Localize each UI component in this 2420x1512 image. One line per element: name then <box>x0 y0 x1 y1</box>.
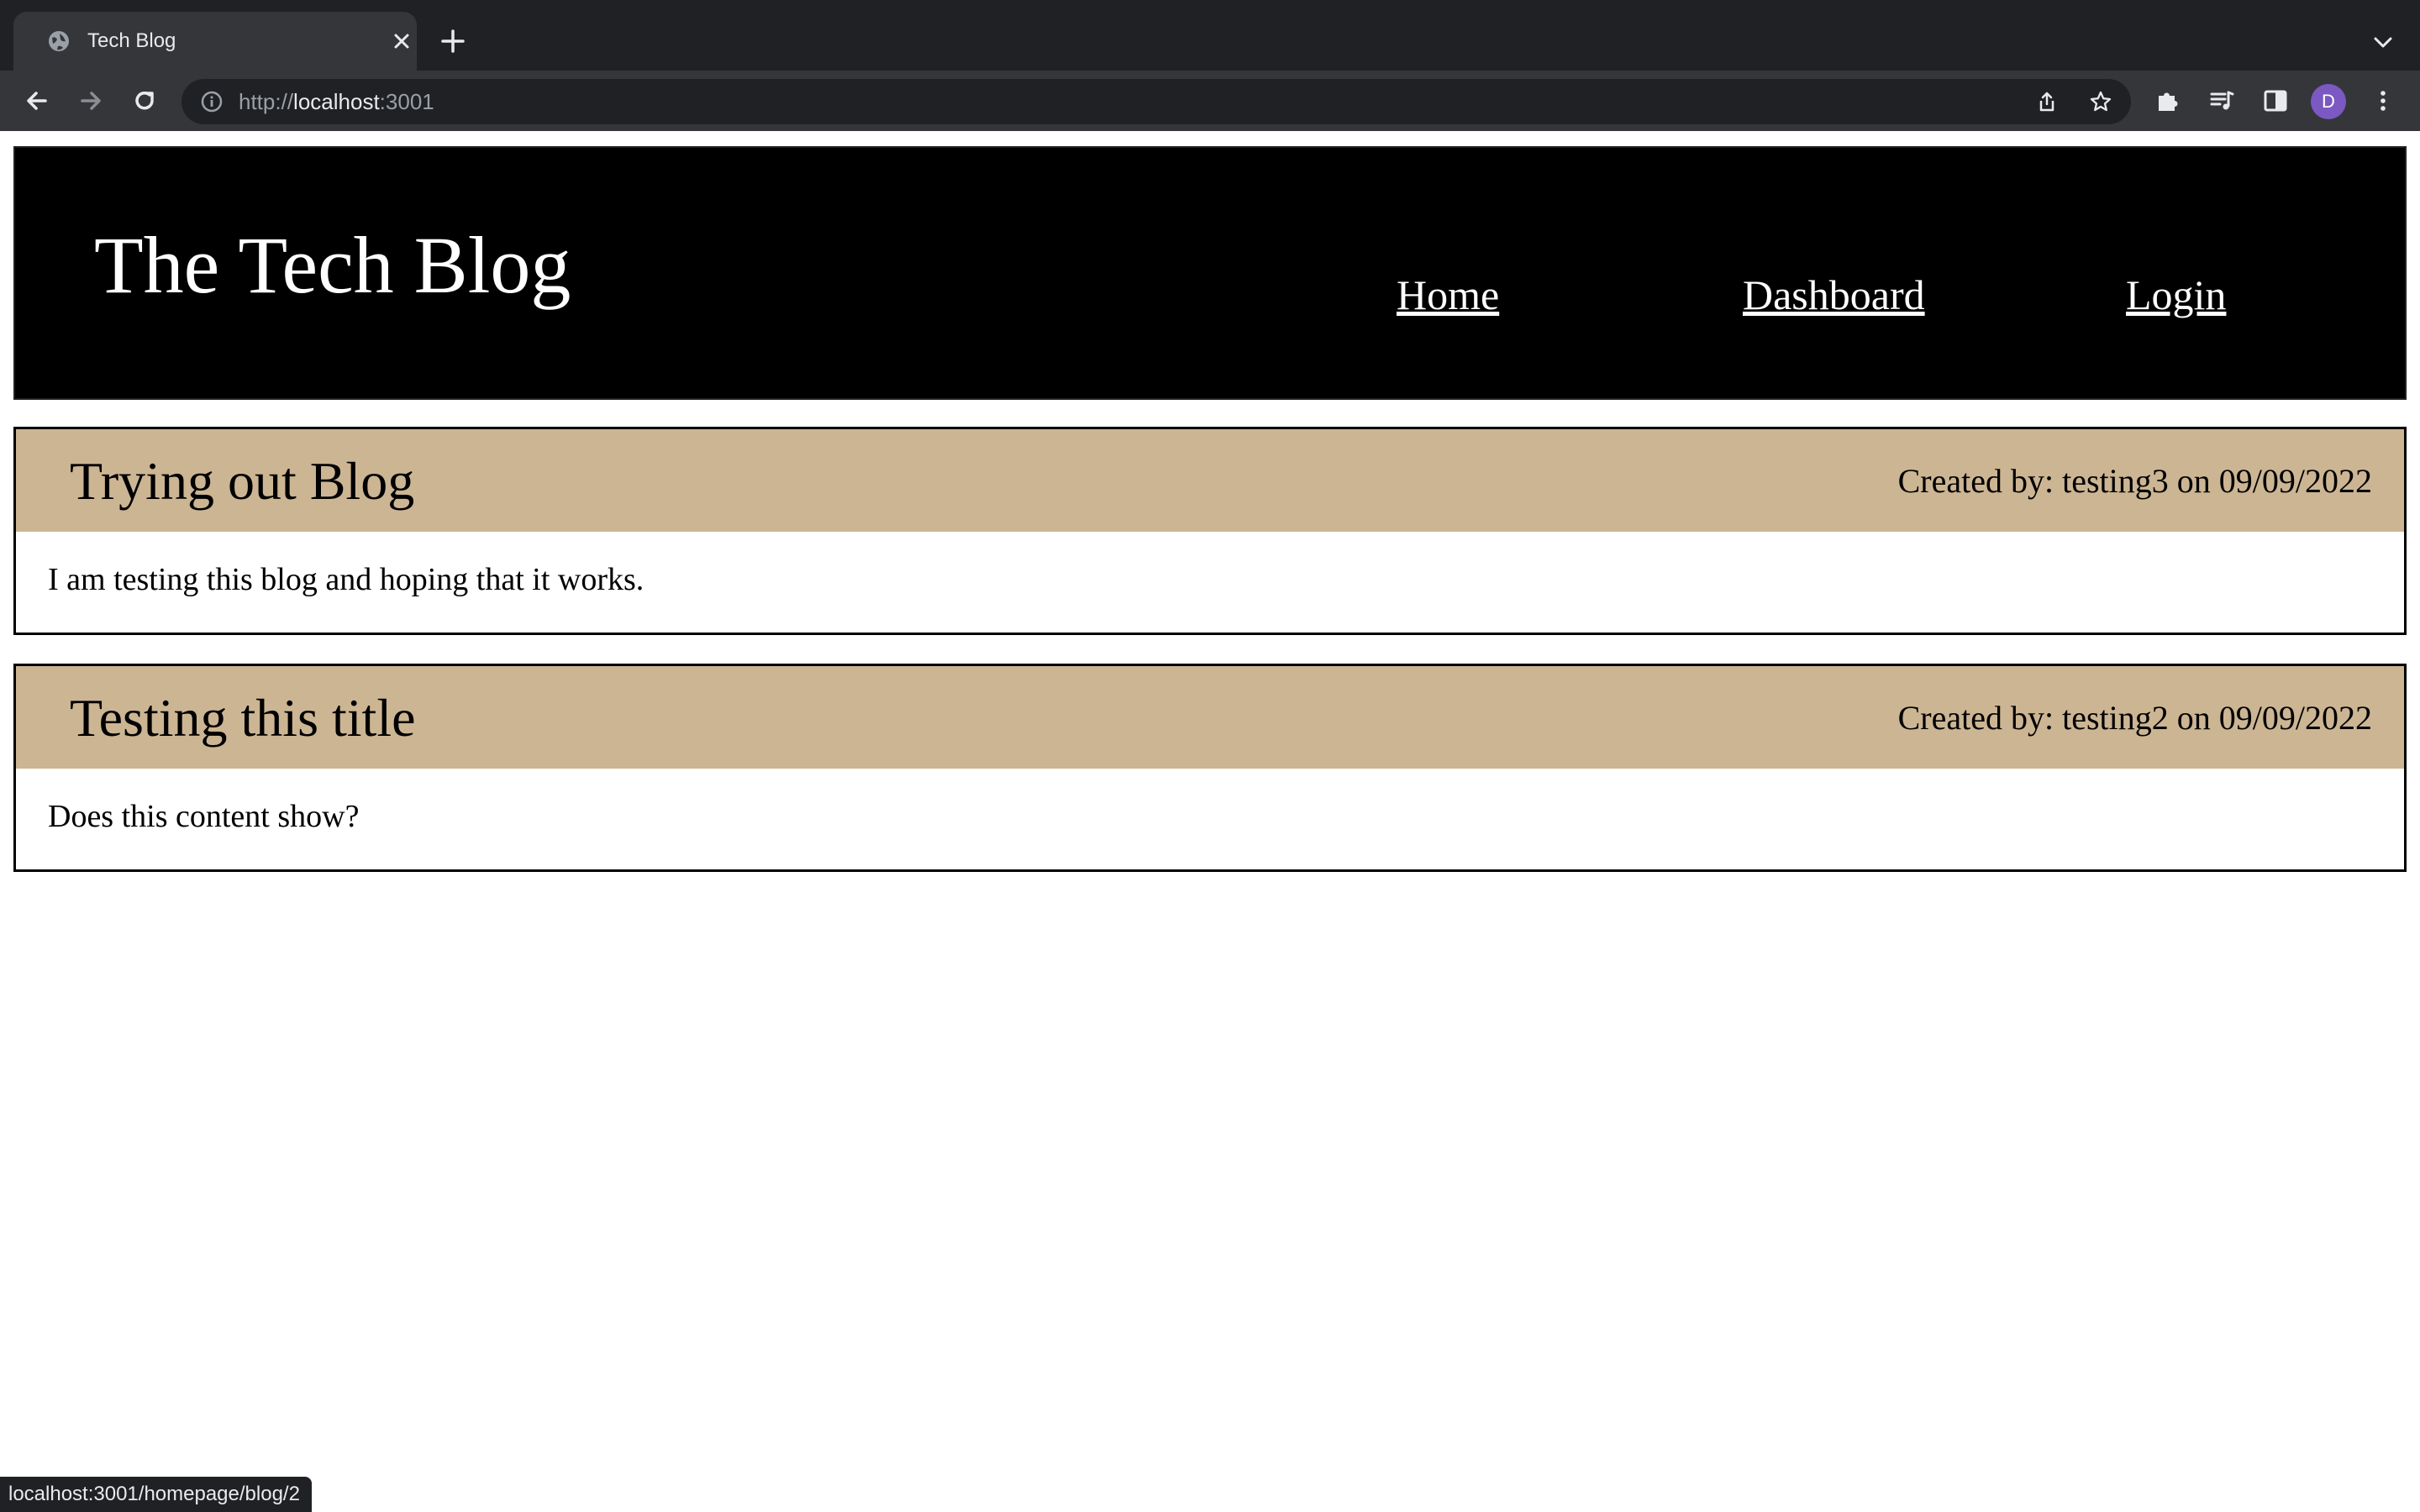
forward-arrow-icon[interactable] <box>76 86 106 116</box>
post-meta: Created by: testing2 on 09/09/2022 <box>1897 699 2372 737</box>
post-header: Testing this title Created by: testing2 … <box>16 666 2404 769</box>
kebab-menu-icon[interactable] <box>2368 86 2398 116</box>
post-title[interactable]: Testing this title <box>70 691 416 745</box>
url-port: :3001 <box>379 89 434 114</box>
address-bar[interactable]: http://localhost:3001 <box>182 79 2131 124</box>
reload-icon[interactable] <box>129 86 160 116</box>
nav-link-login[interactable]: Login <box>2126 274 2226 316</box>
nav-link-dashboard[interactable]: Dashboard <box>1743 274 1925 316</box>
tab-title: Tech Blog <box>87 29 176 52</box>
blog-post-card[interactable]: Trying out Blog Created by: testing3 on … <box>13 427 2407 635</box>
url-host: localhost <box>293 89 380 114</box>
browser-tabstrip: Tech Blog <box>0 0 2420 71</box>
browser-tab-active[interactable]: Tech Blog <box>13 12 417 71</box>
post-body: I am testing this blog and hoping that i… <box>48 562 644 597</box>
url-text[interactable]: http://localhost:3001 <box>239 79 434 124</box>
chevron-down-icon[interactable] <box>2371 32 2395 52</box>
globe-icon <box>49 31 69 51</box>
site-title: The Tech Blog <box>94 220 571 310</box>
plus-icon[interactable] <box>439 27 467 55</box>
back-arrow-icon[interactable] <box>22 86 52 116</box>
side-panel-icon[interactable] <box>2260 86 2291 116</box>
close-icon[interactable] <box>392 31 412 51</box>
media-queue-icon[interactable] <box>2207 86 2237 116</box>
site-header: The Tech Blog Home Dashboard Login <box>13 146 2407 400</box>
page-viewport: The Tech Blog Home Dashboard Login Tryin… <box>0 134 2420 1512</box>
post-header: Trying out Blog Created by: testing3 on … <box>16 429 2404 532</box>
browser-toolbar: http://localhost:3001 D <box>0 71 2420 131</box>
post-body: Does this content show? <box>48 799 360 834</box>
url-scheme: http:// <box>239 89 294 114</box>
post-title[interactable]: Trying out Blog <box>70 454 414 508</box>
star-icon[interactable] <box>2089 90 2112 113</box>
share-icon[interactable] <box>2035 90 2059 113</box>
nav-link-home[interactable]: Home <box>1397 274 1499 316</box>
profile-avatar[interactable]: D <box>2311 84 2346 119</box>
info-icon[interactable] <box>200 90 224 113</box>
link-status-bubble: localhost:3001/homepage/blog/2 <box>0 1477 312 1512</box>
post-meta: Created by: testing3 on 09/09/2022 <box>1897 462 2372 500</box>
blog-post-card[interactable]: Testing this title Created by: testing2 … <box>13 664 2407 872</box>
puzzle-icon[interactable] <box>2153 86 2183 116</box>
